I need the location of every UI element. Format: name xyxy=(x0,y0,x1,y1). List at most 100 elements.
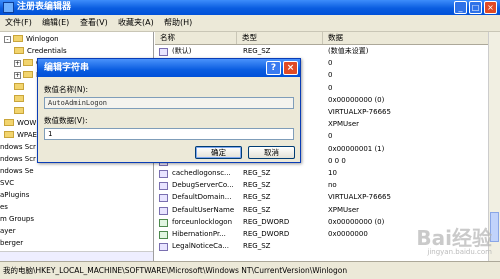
tree-item[interactable]: berger xyxy=(0,238,23,249)
tree-item[interactable]: SVC xyxy=(0,178,14,189)
dialog-title: 编辑字符串 xyxy=(44,63,90,73)
folder-icon xyxy=(23,59,33,66)
value-data: 0 xyxy=(328,132,333,141)
value-data: XPMUser xyxy=(328,205,360,214)
folder-icon xyxy=(14,47,24,54)
folder-icon xyxy=(4,131,14,138)
value-name: forceunlocklogon xyxy=(172,217,233,226)
value-data: 0x00000001 (1) xyxy=(328,144,385,153)
tree-item[interactable]: - Winlogon xyxy=(4,34,59,45)
expand-toggle-icon[interactable]: - xyxy=(4,36,11,43)
tree-item-label: berger xyxy=(0,239,24,247)
menu-help[interactable]: 帮助(H) xyxy=(164,17,192,29)
tree-item[interactable]: ayer xyxy=(0,226,16,237)
value-data: 0 xyxy=(328,59,333,68)
value-data: (数值未设置) xyxy=(328,47,369,55)
value-name: LegalNoticeCa... xyxy=(172,242,229,251)
dialog-close-button[interactable]: × xyxy=(283,61,298,75)
value-data: 0x00000000 (0) xyxy=(328,95,385,104)
value-data-field[interactable]: 1 xyxy=(44,128,294,140)
tree-item[interactable] xyxy=(14,82,27,93)
value-name: HibernationPr... xyxy=(172,230,226,238)
tree-item-label: Credentials xyxy=(27,47,67,55)
value-type: REG_SZ xyxy=(243,242,271,251)
values-list-header: 名称 类型 数据 xyxy=(155,32,500,45)
value-type: REG_DWORD xyxy=(243,230,290,238)
column-header-type[interactable]: 类型 xyxy=(237,32,323,44)
tree-item[interactable] xyxy=(14,94,27,105)
tree-item-label: WPAE xyxy=(17,131,37,139)
column-header-data[interactable]: 数据 xyxy=(323,32,493,44)
tree-item-label: Winlogon xyxy=(26,35,59,43)
string-value-icon xyxy=(159,206,168,215)
value-data: VIRTUALXP-76665 xyxy=(328,108,391,116)
folder-icon xyxy=(23,71,33,78)
value-name: DefaultDomain... xyxy=(172,193,232,202)
value-data: 0 xyxy=(328,83,333,92)
value-data-label: 数值数据(V): xyxy=(44,116,88,125)
value-type: REG_SZ xyxy=(243,193,271,202)
value-data: VIRTUALXP-76665 xyxy=(328,193,391,202)
title-bar[interactable]: 注册表编辑器 _ □ × xyxy=(0,0,500,15)
tree-item[interactable]: es xyxy=(0,202,8,213)
value-row[interactable]: (默认) REG_SZ (数值未设置) xyxy=(155,46,500,57)
value-type: REG_SZ xyxy=(243,205,271,214)
window-title: 注册表编辑器 xyxy=(17,2,72,12)
string-value-icon xyxy=(159,182,168,191)
tree-item-label: ndows Scr xyxy=(0,143,36,151)
tree-item-label: m Groups xyxy=(0,215,35,223)
baidu-watermark: Bai经验 xyxy=(416,226,492,250)
tree-item-label: SVC xyxy=(0,179,15,187)
menu-view[interactable]: 查看(V) xyxy=(80,17,108,29)
dialog-title-bar[interactable]: 编辑字符串 ? × xyxy=(38,59,300,77)
value-type: REG_SZ xyxy=(243,169,271,177)
value-name-field: AutoAdminLogon xyxy=(44,97,294,109)
tree-item[interactable]: WOW xyxy=(4,118,36,129)
string-value-icon xyxy=(159,243,168,252)
menu-file[interactable]: 文件(F) xyxy=(5,17,32,29)
tree-item[interactable]: WPAE xyxy=(4,130,37,141)
value-data: 0 xyxy=(328,71,333,80)
value-name: (默认) xyxy=(172,47,192,55)
value-data: 0 0 0 xyxy=(328,156,346,165)
menu-bar: 文件(F) 编辑(E) 查看(V) 收藏夹(A) 帮助(H) xyxy=(0,15,500,32)
expand-toggle-icon[interactable]: + xyxy=(14,72,21,79)
value-data: no xyxy=(328,181,337,190)
value-data: XPMUser xyxy=(328,120,360,129)
tree-item[interactable]: m Groups xyxy=(0,214,34,225)
ok-button[interactable]: 确定 xyxy=(195,146,242,159)
binary-value-icon xyxy=(159,218,168,227)
tree-item-label: ayer xyxy=(0,227,16,235)
tree-item[interactable] xyxy=(14,106,27,117)
value-name: cachedlogonsc... xyxy=(172,169,231,177)
tree-item[interactable]: Credentials xyxy=(14,46,67,57)
tree-item-label: aPlugins xyxy=(0,191,30,199)
expand-toggle-icon[interactable]: + xyxy=(14,60,21,67)
menu-edit[interactable]: 编辑(E) xyxy=(42,17,69,29)
value-data: 10 xyxy=(328,169,337,177)
value-name: DebugServerCo... xyxy=(172,181,234,190)
string-value-icon xyxy=(159,170,168,178)
binary-value-icon xyxy=(159,231,168,239)
tree-item[interactable]: ndows Scr xyxy=(0,154,36,165)
value-row[interactable]: DefaultUserName REG_SZ XPMUser xyxy=(155,205,500,216)
menu-favorites[interactable]: 收藏夹(A) xyxy=(118,17,154,29)
tree-item[interactable]: ndows Scr xyxy=(0,142,36,153)
column-header-name[interactable]: 名称 xyxy=(155,32,237,44)
help-button[interactable]: ? xyxy=(266,61,281,75)
value-row[interactable]: DebugServerCo... REG_SZ no xyxy=(155,180,500,191)
value-name-label: 数值名称(N): xyxy=(44,85,88,94)
folder-icon xyxy=(14,107,24,114)
value-row[interactable]: DefaultDomain... REG_SZ VIRTUALXP-76665 xyxy=(155,192,500,203)
tree-item[interactable]: ndows Se xyxy=(0,166,34,177)
value-row[interactable]: cachedlogonsc... REG_SZ 10 xyxy=(155,168,500,179)
watermark-url: jingyan.baidu.com xyxy=(427,248,492,256)
regedit-app-icon xyxy=(3,2,14,13)
cancel-button[interactable]: 取消 xyxy=(248,146,295,159)
value-type: REG_SZ xyxy=(243,181,271,190)
minimize-button[interactable]: _ xyxy=(454,1,467,14)
tree-item[interactable]: aPlugins xyxy=(0,190,29,201)
status-bar: 我的电脑\HKEY_LOCAL_MACHINE\SOFTWARE\Microso… xyxy=(0,261,500,279)
close-button[interactable]: × xyxy=(484,1,497,14)
maximize-button[interactable]: □ xyxy=(469,1,482,14)
